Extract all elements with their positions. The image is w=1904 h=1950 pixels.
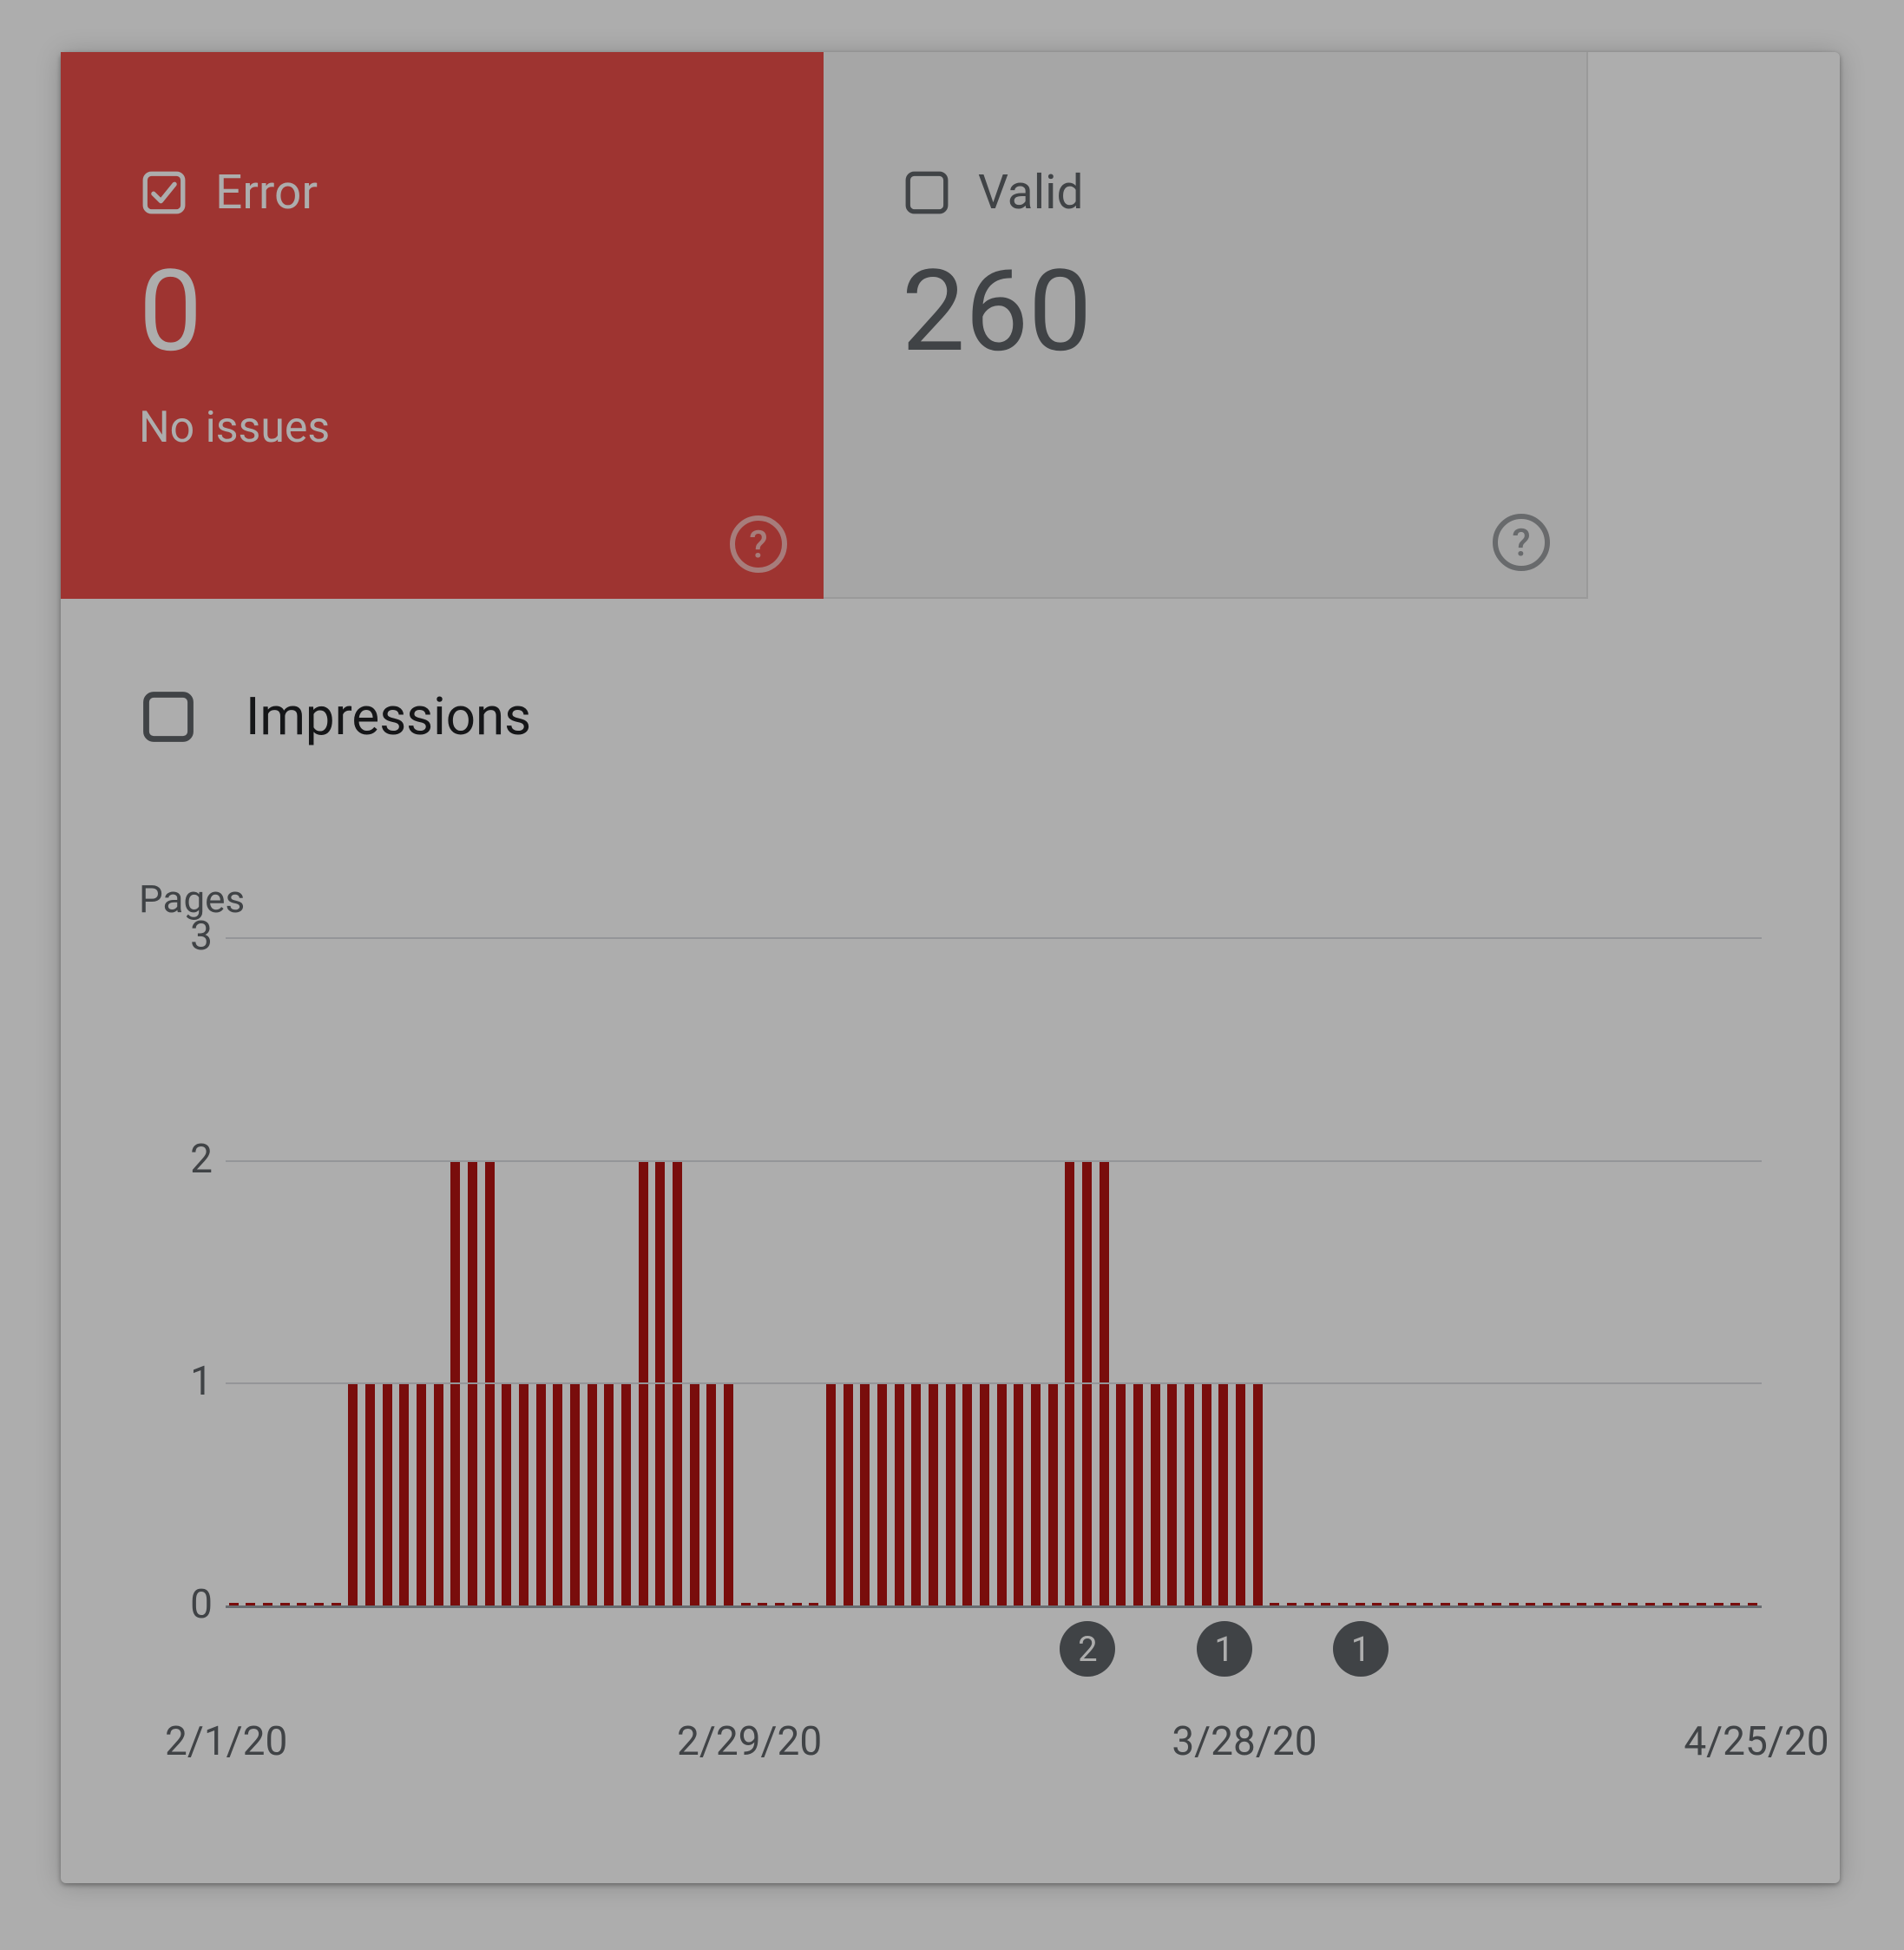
chart-bar xyxy=(962,1382,972,1605)
chart-bar xyxy=(1133,1382,1143,1605)
help-icon: ? xyxy=(1493,514,1550,571)
chart-bar xyxy=(997,1382,1007,1605)
chart-xtick: 2/29/20 xyxy=(677,1718,822,1765)
chart-bar xyxy=(877,1382,887,1605)
error-help-button[interactable]: ? xyxy=(730,515,787,573)
chart-bar xyxy=(621,1382,631,1605)
chart-xtick: 3/28/20 xyxy=(1172,1718,1316,1765)
checkbox-unchecked-icon[interactable] xyxy=(139,687,198,746)
chart-gridline xyxy=(226,1160,1762,1162)
tab-error-label: Error xyxy=(215,165,318,220)
impressions-label: Impressions xyxy=(246,686,531,747)
chart-bar xyxy=(1031,1382,1041,1605)
chart-bar xyxy=(895,1382,904,1605)
chart-bar xyxy=(1048,1382,1058,1605)
chart-bar xyxy=(1116,1382,1126,1605)
chart-bar xyxy=(434,1382,443,1605)
chart-ylabel: Pages xyxy=(139,877,1762,922)
chart-plot-area xyxy=(226,937,1762,1605)
report-card: Error 0 No issues ? Valid 260 xyxy=(61,52,1840,1883)
chart-bar xyxy=(365,1382,375,1605)
chart-bar xyxy=(399,1382,409,1605)
chart-bar xyxy=(860,1382,870,1605)
chart-ytick: 3 xyxy=(161,913,213,960)
pages-chart: Pages 01232112/1/202/29/203/28/204/25/20 xyxy=(139,877,1762,1753)
chart-bar xyxy=(1236,1382,1245,1605)
chart-bar xyxy=(417,1382,426,1605)
checkbox-checked-icon[interactable] xyxy=(139,167,189,218)
chart-bar xyxy=(1185,1382,1194,1605)
chart-bar xyxy=(348,1382,358,1605)
impressions-toggle[interactable]: Impressions xyxy=(139,686,531,747)
chart-bar xyxy=(844,1382,853,1605)
chart-gridline xyxy=(226,1382,1762,1384)
tab-error-sub: No issues xyxy=(139,403,745,453)
tab-valid-label: Valid xyxy=(978,165,1083,220)
chart-bar xyxy=(1167,1382,1177,1605)
tab-valid-header: Valid xyxy=(902,165,1508,220)
chart-xtick: 4/25/20 xyxy=(1684,1718,1828,1765)
chart-bar xyxy=(1218,1382,1228,1605)
help-icon: ? xyxy=(730,515,787,573)
chart-bar xyxy=(383,1382,392,1605)
chart-xtick: 2/1/20 xyxy=(165,1718,287,1765)
chart-bar xyxy=(588,1382,597,1605)
chart-ytick: 2 xyxy=(161,1136,213,1183)
chart-ytick: 0 xyxy=(161,1581,213,1628)
chart-bar xyxy=(946,1382,955,1605)
chart-bar xyxy=(604,1382,614,1605)
tab-error[interactable]: Error 0 No issues ? xyxy=(61,52,824,599)
valid-help-button[interactable]: ? xyxy=(1493,514,1550,571)
chart-bar xyxy=(553,1382,562,1605)
tab-valid[interactable]: Valid 260 ? xyxy=(824,52,1588,599)
chart-event-marker[interactable]: 1 xyxy=(1197,1621,1252,1677)
tab-error-header: Error xyxy=(139,165,745,220)
chart-bar xyxy=(536,1382,546,1605)
chart-bar xyxy=(1253,1382,1263,1605)
chart-bar xyxy=(1202,1382,1211,1605)
chart-bar xyxy=(980,1382,989,1605)
chart-gridline xyxy=(226,1605,1762,1608)
checkbox-unchecked-icon[interactable] xyxy=(902,167,952,218)
tab-error-value: 0 xyxy=(139,255,745,368)
chart-bar xyxy=(1151,1382,1160,1605)
chart-ytick: 1 xyxy=(161,1358,213,1405)
chart-event-marker[interactable]: 2 xyxy=(1060,1621,1115,1677)
chart-event-marker[interactable]: 1 xyxy=(1333,1621,1389,1677)
chart-bar xyxy=(1014,1382,1023,1605)
chart-gridline xyxy=(226,937,1762,939)
chart-bar xyxy=(826,1382,836,1605)
chart-bar xyxy=(570,1382,580,1605)
chart-bar xyxy=(911,1382,921,1605)
chart-bar xyxy=(502,1382,511,1605)
tab-valid-value: 260 xyxy=(902,255,1508,368)
chart-bar xyxy=(519,1382,529,1605)
chart-bar xyxy=(706,1382,716,1605)
chart-bar xyxy=(724,1382,733,1605)
chart-bar xyxy=(690,1382,699,1605)
status-tabs: Error 0 No issues ? Valid 260 xyxy=(61,52,1588,599)
chart-bar xyxy=(929,1382,938,1605)
